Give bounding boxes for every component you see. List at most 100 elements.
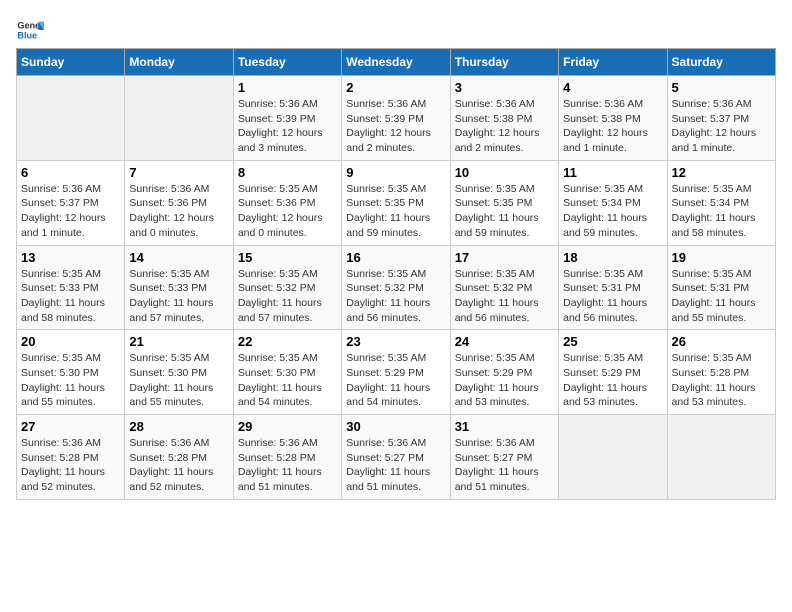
day-info: Sunrise: 5:36 AMSunset: 5:36 PMDaylight:… [129,182,228,241]
calendar-week-5: 27 Sunrise: 5:36 AMSunset: 5:28 PMDayligh… [17,415,776,500]
day-info: Sunrise: 5:35 AMSunset: 5:31 PMDaylight:… [563,267,662,326]
header-tuesday: Tuesday [233,49,341,76]
calendar-cell: 14 Sunrise: 5:35 AMSunset: 5:33 PMDayligh… [125,245,233,330]
calendar-week-3: 13 Sunrise: 5:35 AMSunset: 5:33 PMDayligh… [17,245,776,330]
calendar-cell: 19Sunrise: 5:35 AMSunset: 5:31 PMDayligh… [667,245,775,330]
calendar-cell: 30Sunrise: 5:36 AMSunset: 5:27 PMDayligh… [342,415,450,500]
day-number: 24 [455,334,554,349]
day-number: 15 [238,250,337,265]
calendar-cell: 8Sunrise: 5:35 AMSunset: 5:36 PMDaylight… [233,160,341,245]
calendar-cell: 15 Sunrise: 5:35 AMSunset: 5:32 PMDayligh… [233,245,341,330]
day-number: 10 [455,165,554,180]
day-number: 23 [346,334,445,349]
day-number: 29 [238,419,337,434]
day-number: 9 [346,165,445,180]
header-thursday: Thursday [450,49,558,76]
day-number: 28 [129,419,228,434]
calendar-header-row: SundayMondayTuesdayWednesdayThursdayFrid… [17,49,776,76]
calendar-week-4: 20 Sunrise: 5:35 AMSunset: 5:30 PMDayligh… [17,330,776,415]
svg-text:Blue: Blue [17,30,37,40]
calendar-cell: 29Sunrise: 5:36 AMSunset: 5:28 PMDayligh… [233,415,341,500]
calendar-cell: 12Sunrise: 5:35 AMSunset: 5:34 PMDayligh… [667,160,775,245]
day-number: 20 [21,334,120,349]
calendar-cell: 2 Sunrise: 5:36 AMSunset: 5:39 PMDaylight… [342,76,450,161]
header-saturday: Saturday [667,49,775,76]
day-info: Sunrise: 5:35 AMSunset: 5:32 PMDaylight:… [455,267,554,326]
day-info: Sunrise: 5:35 AMSunset: 5:30 PMDaylight:… [238,351,337,410]
day-info: Sunrise: 5:35 AMSunset: 5:33 PMDaylight:… [21,267,120,326]
day-number: 2 [346,80,445,95]
day-info: Sunrise: 5:35 AMSunset: 5:30 PMDaylight:… [21,351,120,410]
day-info: Sunrise: 5:36 AMSunset: 5:37 PMDaylight:… [21,182,120,241]
calendar-cell: 10 Sunrise: 5:35 AMSunset: 5:35 PMDayligh… [450,160,558,245]
day-info: Sunrise: 5:36 AMSunset: 5:38 PMDaylight:… [563,97,662,156]
day-number: 22 [238,334,337,349]
calendar-cell: 22 Sunrise: 5:35 AMSunset: 5:30 PMDayligh… [233,330,341,415]
day-number: 27 [21,419,120,434]
calendar-cell: 1 Sunrise: 5:36 AMSunset: 5:39 PMDaylight… [233,76,341,161]
day-number: 14 [129,250,228,265]
day-number: 11 [563,165,662,180]
day-info: Sunrise: 5:35 AMSunset: 5:30 PMDaylight:… [129,351,228,410]
calendar-cell: 21 Sunrise: 5:35 AMSunset: 5:30 PMDayligh… [125,330,233,415]
logo: General Blue [16,16,48,44]
page-header: General Blue [16,16,776,44]
calendar-week-1: 1 Sunrise: 5:36 AMSunset: 5:39 PMDaylight… [17,76,776,161]
day-number: 1 [238,80,337,95]
day-info: Sunrise: 5:35 AMSunset: 5:29 PMDaylight:… [563,351,662,410]
calendar-cell: 11 Sunrise: 5:35 AMSunset: 5:34 PMDayligh… [559,160,667,245]
calendar-cell: 16Sunrise: 5:35 AMSunset: 5:32 PMDayligh… [342,245,450,330]
day-info: Sunrise: 5:36 AMSunset: 5:39 PMDaylight:… [346,97,445,156]
day-number: 21 [129,334,228,349]
day-info: Sunrise: 5:36 AMSunset: 5:27 PMDaylight:… [455,436,554,495]
calendar-cell [125,76,233,161]
day-info: Sunrise: 5:35 AMSunset: 5:33 PMDaylight:… [129,267,228,326]
day-number: 3 [455,80,554,95]
calendar-cell: 24 Sunrise: 5:35 AMSunset: 5:29 PMDayligh… [450,330,558,415]
day-number: 26 [672,334,771,349]
calendar-cell [667,415,775,500]
day-number: 31 [455,419,554,434]
calendar-cell: 31 Sunrise: 5:36 AMSunset: 5:27 PMDayligh… [450,415,558,500]
calendar-table: SundayMondayTuesdayWednesdayThursdayFrid… [16,48,776,500]
calendar-cell: 17 Sunrise: 5:35 AMSunset: 5:32 PMDayligh… [450,245,558,330]
day-info: Sunrise: 5:35 AMSunset: 5:28 PMDaylight:… [672,351,771,410]
day-number: 16 [346,250,445,265]
day-info: Sunrise: 5:35 AMSunset: 5:34 PMDaylight:… [563,182,662,241]
day-info: Sunrise: 5:36 AMSunset: 5:37 PMDaylight:… [672,97,771,156]
calendar-cell: 4 Sunrise: 5:36 AMSunset: 5:38 PMDaylight… [559,76,667,161]
day-number: 12 [672,165,771,180]
day-info: Sunrise: 5:36 AMSunset: 5:28 PMDaylight:… [129,436,228,495]
calendar-cell [559,415,667,500]
day-number: 4 [563,80,662,95]
calendar-cell: 27 Sunrise: 5:36 AMSunset: 5:28 PMDayligh… [17,415,125,500]
calendar-cell: 7 Sunrise: 5:36 AMSunset: 5:36 PMDaylight… [125,160,233,245]
day-number: 17 [455,250,554,265]
day-number: 13 [21,250,120,265]
day-info: Sunrise: 5:35 AMSunset: 5:36 PMDaylight:… [238,182,337,241]
day-number: 25 [563,334,662,349]
day-info: Sunrise: 5:36 AMSunset: 5:28 PMDaylight:… [21,436,120,495]
day-number: 18 [563,250,662,265]
day-number: 7 [129,165,228,180]
logo-icon: General Blue [16,16,44,44]
calendar-cell: 26 Sunrise: 5:35 AMSunset: 5:28 PMDayligh… [667,330,775,415]
calendar-cell [17,76,125,161]
calendar-cell: 6Sunrise: 5:36 AMSunset: 5:37 PMDaylight… [17,160,125,245]
calendar-week-2: 6Sunrise: 5:36 AMSunset: 5:37 PMDaylight… [17,160,776,245]
day-info: Sunrise: 5:36 AMSunset: 5:39 PMDaylight:… [238,97,337,156]
calendar-cell: 25 Sunrise: 5:35 AMSunset: 5:29 PMDayligh… [559,330,667,415]
header-sunday: Sunday [17,49,125,76]
day-info: Sunrise: 5:35 AMSunset: 5:31 PMDaylight:… [672,267,771,326]
header-friday: Friday [559,49,667,76]
day-info: Sunrise: 5:35 AMSunset: 5:35 PMDaylight:… [455,182,554,241]
calendar-cell: 18 Sunrise: 5:35 AMSunset: 5:31 PMDayligh… [559,245,667,330]
day-info: Sunrise: 5:35 AMSunset: 5:35 PMDaylight:… [346,182,445,241]
calendar-cell: 3 Sunrise: 5:36 AMSunset: 5:38 PMDaylight… [450,76,558,161]
day-info: Sunrise: 5:35 AMSunset: 5:32 PMDaylight:… [238,267,337,326]
day-number: 5 [672,80,771,95]
day-info: Sunrise: 5:35 AMSunset: 5:29 PMDaylight:… [455,351,554,410]
calendar-cell: 23Sunrise: 5:35 AMSunset: 5:29 PMDayligh… [342,330,450,415]
header-monday: Monday [125,49,233,76]
day-info: Sunrise: 5:36 AMSunset: 5:38 PMDaylight:… [455,97,554,156]
